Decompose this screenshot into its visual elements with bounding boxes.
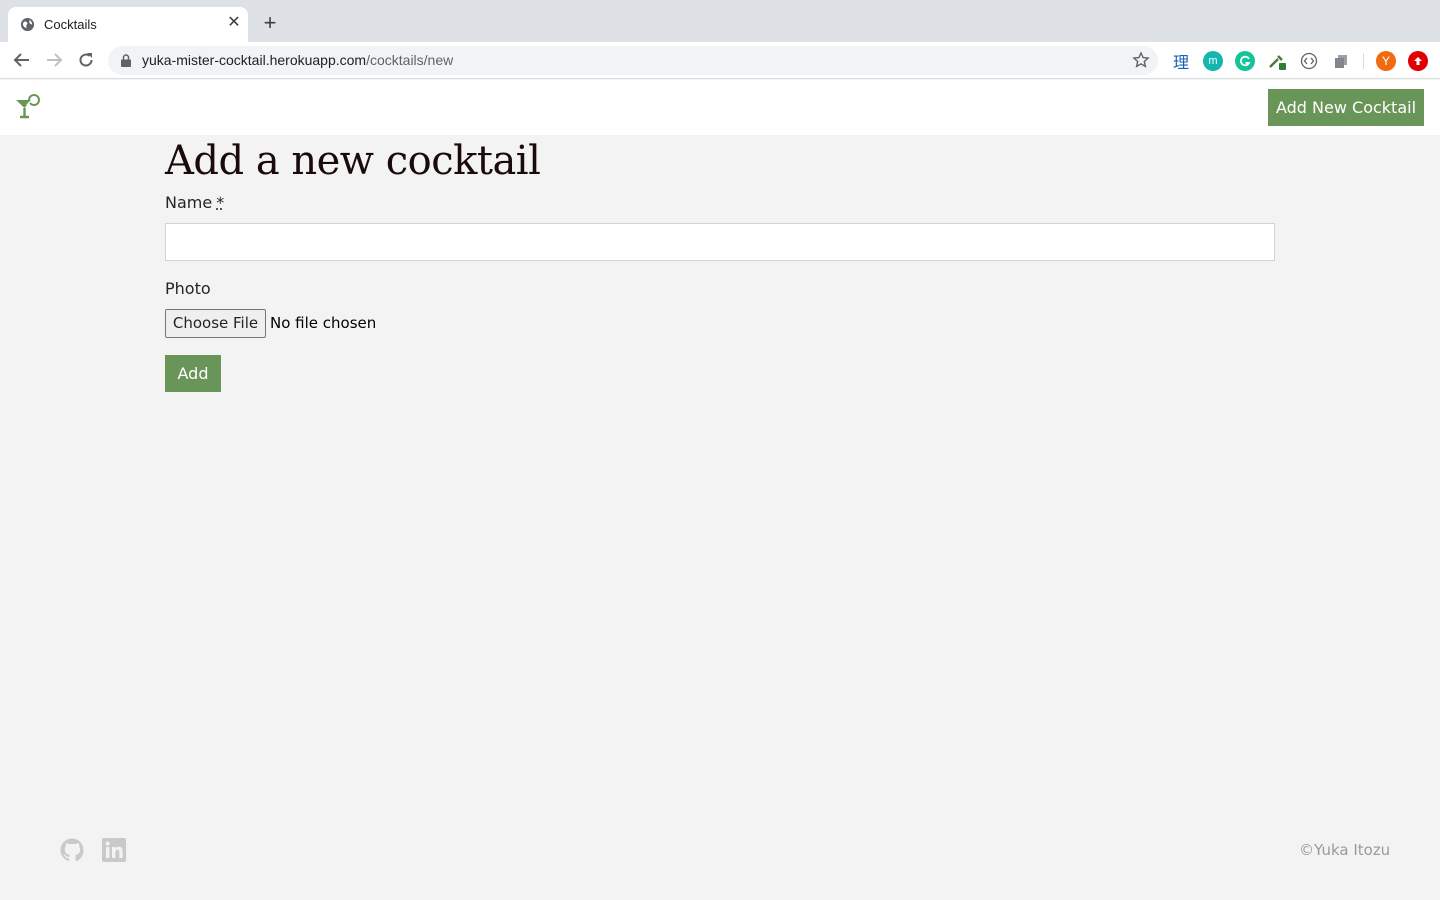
- copyright-text: ©Yuka Itozu: [1299, 841, 1391, 859]
- submit-add-button[interactable]: Add: [165, 355, 221, 392]
- url-path: /cocktails/new: [366, 52, 454, 68]
- extension-kanji-icon[interactable]: 理: [1171, 51, 1191, 72]
- eyedropper-extension-icon[interactable]: [1267, 51, 1287, 71]
- github-icon[interactable]: [60, 838, 84, 862]
- eyedropper-icon: [1269, 55, 1286, 70]
- arrow-left-icon: [13, 53, 29, 67]
- forward-button[interactable]: [42, 48, 66, 72]
- toolbar-divider: [1363, 53, 1364, 69]
- reload-button[interactable]: [74, 48, 98, 72]
- stack-icon: [1335, 55, 1347, 68]
- choose-file-button[interactable]: Choose File: [165, 309, 266, 338]
- copy-extension-icon[interactable]: [1331, 51, 1351, 71]
- grammarly-glyph-icon: [1240, 55, 1251, 67]
- reload-icon: [79, 53, 93, 67]
- address-bar[interactable]: yuka-mister-cocktail.herokuapp.com/cockt…: [108, 46, 1158, 75]
- profile-avatar[interactable]: Y: [1376, 51, 1396, 71]
- browser-tab[interactable]: Cocktails ✕: [8, 7, 248, 42]
- code-circle-icon: [1300, 52, 1318, 70]
- browser-toolbar: yuka-mister-cocktail.herokuapp.com/cockt…: [0, 42, 1440, 79]
- url-host: yuka-mister-cocktail.herokuapp.com: [142, 52, 367, 68]
- required-marker: *: [216, 193, 225, 212]
- arrow-up-icon: [1414, 57, 1422, 65]
- globe-icon: [20, 17, 35, 32]
- tab-title: Cocktails: [44, 17, 97, 32]
- file-status-text: No file chosen: [270, 314, 377, 332]
- browser-tab-bar: Cocktails ✕ +: [0, 0, 1440, 42]
- add-new-cocktail-button[interactable]: Add New Cocktail: [1268, 89, 1424, 126]
- name-input[interactable]: [165, 223, 1275, 261]
- photo-label: Photo: [165, 279, 211, 298]
- lock-icon: [121, 54, 131, 67]
- bookmark-star-icon[interactable]: [1132, 51, 1150, 69]
- close-icon[interactable]: ✕: [224, 13, 244, 33]
- name-label-text: Name: [165, 193, 213, 212]
- new-tab-button[interactable]: +: [258, 12, 282, 36]
- app-navbar: Add New Cocktail: [0, 80, 1440, 135]
- page-title: Add a new cocktail: [165, 138, 541, 184]
- name-label: Name *: [165, 193, 224, 212]
- grammarly-icon[interactable]: [1235, 51, 1255, 71]
- code-extension-icon[interactable]: [1299, 51, 1319, 71]
- url-text: yuka-mister-cocktail.herokuapp.com/cockt…: [142, 52, 453, 68]
- arrow-right-icon: [47, 53, 63, 67]
- back-button[interactable]: [10, 48, 34, 72]
- linkedin-icon[interactable]: [102, 838, 126, 862]
- update-extension-icon[interactable]: [1408, 51, 1428, 71]
- extension-m-icon[interactable]: m: [1203, 51, 1223, 71]
- cocktail-logo-icon[interactable]: [14, 94, 42, 120]
